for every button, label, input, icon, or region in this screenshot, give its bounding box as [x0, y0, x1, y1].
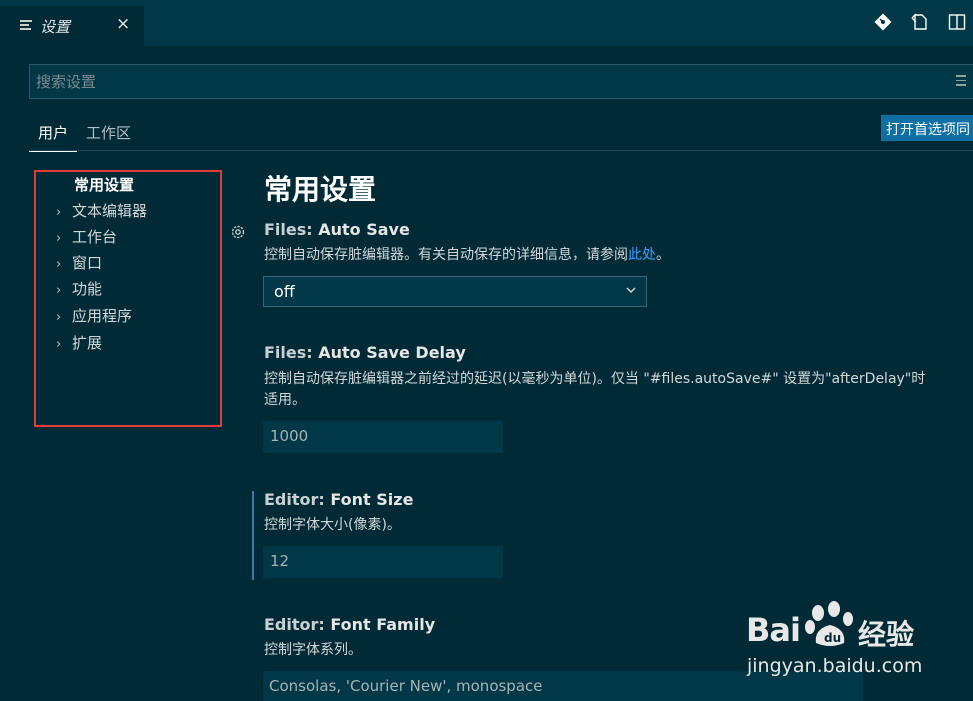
svg-text:du: du: [824, 631, 841, 645]
setting-desc-auto-save-delay-cont: 适用。: [264, 392, 306, 408]
font-size-input[interactable]: 12: [263, 546, 503, 578]
search-input[interactable]: [36, 65, 936, 98]
chevron-right-icon: ›: [56, 310, 62, 325]
tab-workspace[interactable]: 工作区: [77, 118, 140, 152]
page-title: 常用设置: [264, 173, 377, 206]
chevron-right-icon: ›: [56, 283, 62, 298]
settings-lines-icon: [20, 20, 32, 30]
toc-item-text-editor[interactable]: › 文本编辑器: [56, 200, 147, 221]
settings-tab[interactable]: 设置 ×: [0, 6, 144, 46]
auto-save-delay-input[interactable]: 1000: [263, 421, 503, 453]
tab-user[interactable]: 用户: [29, 118, 78, 152]
settings-toc: 常用设置 › 文本编辑器 › 工作台 › 窗口 › 功能 › 应用程序 › 扩展: [34, 170, 222, 427]
setting-desc-auto-save-delay: 控制自动保存脏编辑器之前经过的延迟(以毫秒为单位)。仅当 "#files.aut…: [264, 371, 926, 387]
setting-title-font-size: Editor: Font Size: [264, 490, 414, 509]
filter-icon[interactable]: [956, 75, 966, 87]
editor-tab-bar: 设置 ×: [0, 0, 973, 46]
chevron-right-icon: ›: [56, 231, 62, 246]
split-editor-icon[interactable]: [947, 12, 967, 32]
toc-item-extensions[interactable]: › 扩展: [56, 332, 102, 353]
modified-indicator: [252, 491, 254, 580]
setting-title-auto-save-delay: Files: Auto Save Delay: [264, 343, 466, 362]
toc-item-commonly-used[interactable]: 常用设置: [74, 174, 134, 195]
search-box: [29, 64, 973, 99]
open-settings-json-icon[interactable]: [910, 12, 930, 32]
baidu-watermark: Bai du 经验 jingyan.baidu.com: [746, 597, 936, 687]
setting-desc-font-size: 控制字体大小(像素)。: [264, 517, 401, 533]
gear-icon[interactable]: [229, 223, 247, 241]
setting-desc-auto-save: 控制自动保存脏编辑器。有关自动保存的详细信息，请参阅此处。: [264, 247, 670, 263]
chevron-right-icon: ›: [56, 205, 62, 220]
setting-desc-font-family: 控制字体系列。: [264, 642, 362, 658]
paw-icon: du: [805, 601, 853, 646]
toc-item-label: 功能: [72, 280, 103, 298]
watermark-url: jingyan.baidu.com: [747, 655, 923, 677]
toc-item-label: 应用程序: [72, 307, 133, 325]
toc-item-label: 工作台: [72, 228, 118, 246]
divider: [29, 150, 973, 151]
auto-save-select[interactable]: off: [263, 276, 647, 307]
toc-item-application[interactable]: › 应用程序: [56, 305, 132, 326]
toc-item-label: 窗口: [72, 254, 103, 272]
chevron-right-icon: ›: [56, 257, 62, 272]
toc-item-workbench[interactable]: › 工作台: [56, 226, 117, 247]
watermark-brand: Bai: [746, 611, 801, 649]
watermark-brand-cn: 经验: [858, 618, 915, 651]
toc-item-window[interactable]: › 窗口: [56, 252, 102, 273]
setting-title-font-family: Editor: Font Family: [264, 615, 436, 634]
setting-title-auto-save: Files: Auto Save: [264, 220, 410, 239]
toc-item-features[interactable]: › 功能: [56, 278, 102, 299]
open-settings-json-button[interactable]: 打开首选项同: [881, 115, 973, 141]
close-icon[interactable]: ×: [116, 14, 130, 34]
docs-link[interactable]: 此处: [628, 247, 656, 263]
toc-item-label: 文本编辑器: [72, 202, 148, 220]
scope-tabs: 用户 工作区: [29, 118, 140, 152]
toc-item-label: 扩展: [72, 334, 103, 352]
tab-label: 设置: [40, 18, 71, 36]
chevron-right-icon: ›: [56, 337, 62, 352]
open-changes-icon[interactable]: [873, 12, 893, 32]
chevron-down-icon: [626, 287, 636, 293]
